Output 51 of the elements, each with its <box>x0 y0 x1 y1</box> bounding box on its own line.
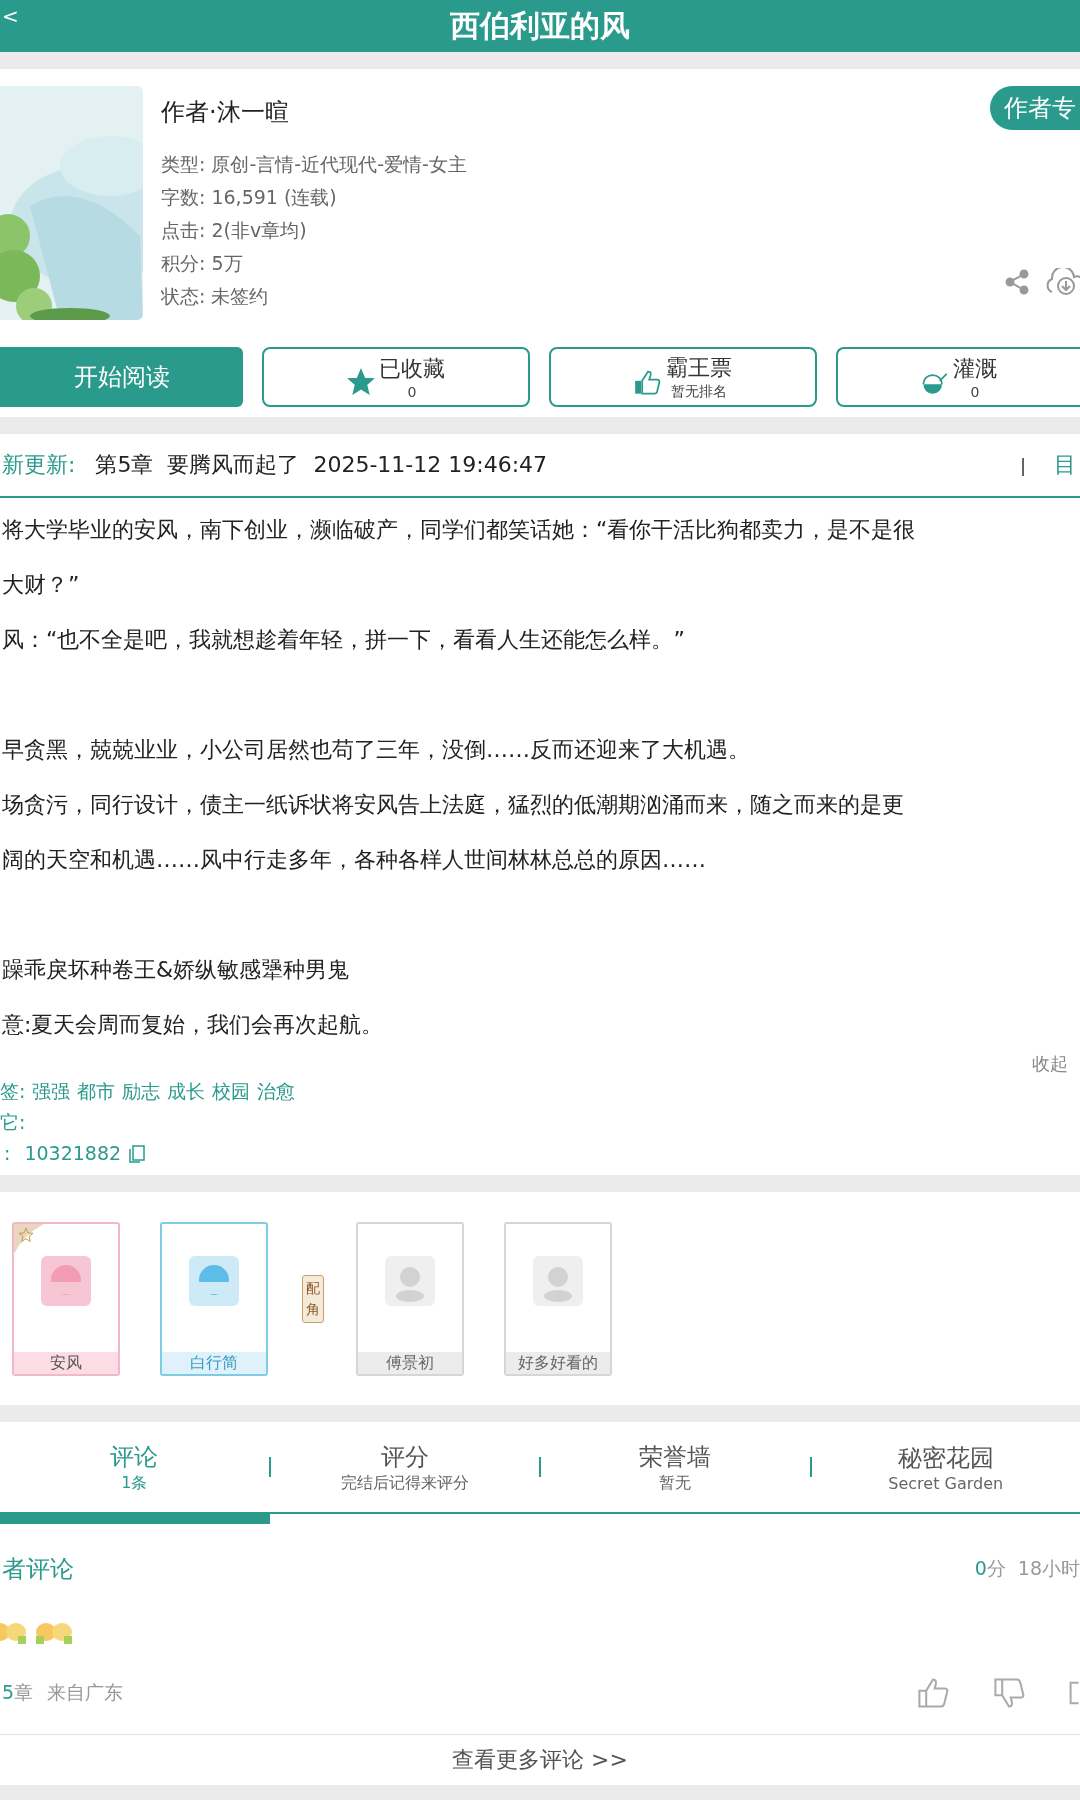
comment-author: 者评论 <box>2 1554 74 1585</box>
book-detail: 字数: 16,591 (连载) <box>161 185 338 210</box>
synopsis-text: 将大学毕业的安风，南下创业，濒临破产，同学们都笑话她：“看你干活比狗都卖力，是不是很 <box>2 516 917 544</box>
collapse-link[interactable]: 收起 <box>1032 1052 1068 1076</box>
water-button[interactable]: 灌溉 0 <box>836 347 1080 407</box>
synopsis-text: 躁乖戾坏种卷王&娇纵敏感犟种男鬼 <box>2 956 351 984</box>
start-reading-button[interactable]: 开始阅读 <box>0 347 243 407</box>
tab[interactable]: 评论 1条 <box>0 1440 269 1494</box>
more-comments-link[interactable]: 查看更多评论 >> <box>452 1745 628 1775</box>
supporting-role-label: 配角 <box>302 1274 324 1323</box>
tag-link[interactable]: 强强 <box>32 1076 71 1107</box>
favorite-button[interactable]: 已收藏 0 <box>262 347 530 407</box>
vote-button[interactable]: 霸王票 暂无排名 <box>549 347 817 407</box>
character-card[interactable]: 傅景初 <box>356 1221 464 1376</box>
comment-time: 18小时 <box>1017 1556 1080 1581</box>
synopsis-text: 早贪黑，兢兢业业，小公司居然也苟了三年，没倒……反而还迎来了大机遇。 <box>2 736 751 764</box>
comment-location: 来自广东 <box>47 1680 124 1705</box>
synopsis-text: 场贪污，同行设计，债主一纸诉状将安风告上法庭，猛烈的低潮期汹涌而来，随之而来的是更 <box>2 791 905 819</box>
synopsis-text: 风：“也不全是吧，我就想趁着年轻，拼一下，看看人生还能怎么样。” <box>2 626 686 654</box>
comment-score: 0分 <box>974 1556 1006 1581</box>
tag-link[interactable]: 校园 <box>212 1076 251 1107</box>
book-title: 西伯利亚的风 <box>450 6 630 45</box>
id-label: : <box>4 1141 11 1166</box>
divider-mark: | <box>1019 454 1026 476</box>
tag-link[interactable]: 治愈 <box>257 1076 296 1107</box>
book-id: 10321882 <box>24 1141 122 1166</box>
author-page-button[interactable]: 作者专 <box>990 86 1080 130</box>
character-card[interactable]: 安风 <box>12 1221 120 1376</box>
tags-label: 签: <box>0 1079 26 1104</box>
back-button[interactable]: < <box>2 4 19 28</box>
synopsis-text: 意:夏天会周而复始，我们会再次起航。 <box>2 1011 385 1039</box>
book-detail: 积分: 5万 <box>161 251 244 276</box>
character-card[interactable]: 白行简 <box>160 1221 268 1376</box>
latest-update-label: 新更新: <box>2 451 76 479</box>
book-detail: 类型: 原创-言情-近代现代-爱情-女主 <box>161 152 468 177</box>
book-detail: 点击: 2(非v章均) <box>161 218 308 243</box>
tag-link[interactable]: 成长 <box>167 1076 206 1107</box>
character-card[interactable]: 好多好看的 <box>504 1221 612 1376</box>
synopsis-text: 大财？” <box>2 571 81 599</box>
book-detail: 状态: 未签约 <box>161 284 270 309</box>
tab[interactable]: 秘密花园 Secret Garden <box>811 1441 1080 1493</box>
comment-chapter: 5章 <box>2 1680 34 1705</box>
synopsis-text: 阔的天空和机遇……风中行走多年，各种各样人世间林林总总的原因…… <box>2 846 707 874</box>
table-of-contents-link[interactable]: 目 <box>1054 450 1076 480</box>
tag-link[interactable]: 励志 <box>122 1076 161 1107</box>
other-label: 它: <box>0 1110 26 1135</box>
author-name[interactable]: 作者·沐一暄 <box>161 96 990 128</box>
tag-link[interactable]: 都市 <box>77 1076 116 1107</box>
latest-chapter-link[interactable]: 第5章 要腾风而起了 2025-11-12 19:46:47 <box>95 450 548 480</box>
tab[interactable]: 荣誉墙 暂无 <box>541 1440 810 1494</box>
tab[interactable]: 评分 完结后记得来评分 <box>270 1440 539 1494</box>
